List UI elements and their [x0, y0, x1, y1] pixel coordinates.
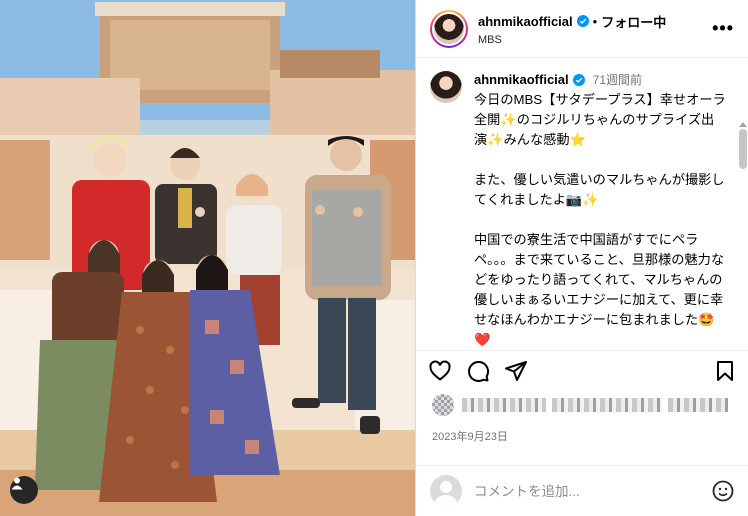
- post-header: ahnmikaofficial • フォロー中 MBS •••: [416, 0, 748, 58]
- caption-row: ahnmikaofficial 71週間前 今日のMBS【サタデープラス】幸せオ…: [416, 59, 748, 350]
- caption-scroll-area[interactable]: ahnmikaofficial 71週間前 今日のMBS【サタデープラス】幸せオ…: [416, 59, 748, 350]
- blurred-likes-text: [462, 398, 546, 412]
- avatar-image: [432, 11, 466, 46]
- header-row: ahnmikaofficial • フォロー中: [478, 12, 666, 31]
- comment-bar: [416, 465, 748, 516]
- profile-avatar[interactable]: [430, 9, 468, 48]
- scroll-up-arrow[interactable]: [739, 122, 747, 127]
- post-side-panel: ahnmikaofficial • フォロー中 MBS ••• ahnmikao…: [415, 0, 748, 516]
- liker-avatar: [432, 394, 454, 416]
- header-text: ahnmikaofficial • フォロー中 MBS: [478, 12, 666, 46]
- verified-badge-icon: [572, 73, 585, 86]
- caption-text: 今日のMBS【サタデープラス】幸せオーラ全開✨のコジルリちゃんのサプライズ出演✨…: [474, 92, 726, 347]
- emoji-icon[interactable]: [711, 479, 735, 503]
- person-tag-icon: [11, 477, 23, 490]
- caption-meta: ahnmikaofficial 71週間前: [474, 71, 726, 88]
- comment-input[interactable]: [474, 483, 711, 499]
- following-button[interactable]: フォロー中: [601, 12, 666, 31]
- post-photo[interactable]: [0, 0, 415, 516]
- header-subtitle[interactable]: MBS: [478, 34, 666, 46]
- caption-age: 71週間前: [592, 73, 642, 87]
- more-options-icon[interactable]: •••: [712, 18, 734, 39]
- heart-icon[interactable]: [428, 359, 452, 383]
- studio-group-photo: [0, 0, 415, 516]
- bookmark-icon[interactable]: [713, 359, 737, 383]
- post-date[interactable]: 2023年9月23日: [432, 428, 508, 444]
- separator-dot: •: [592, 13, 598, 29]
- caption-username[interactable]: ahnmikaofficial: [474, 72, 569, 87]
- blurred-likes-text: [668, 398, 728, 412]
- caption-avatar[interactable]: [430, 71, 462, 103]
- user-avatar: [430, 475, 462, 507]
- verified-badge-icon: [576, 15, 589, 27]
- caption-body: ahnmikaofficial 71週間前 今日のMBS【サタデープラス】幸せオ…: [474, 71, 726, 350]
- comment-icon[interactable]: [466, 359, 490, 383]
- blurred-likes-text: [552, 398, 662, 412]
- action-bar: [416, 350, 748, 390]
- likes-summary[interactable]: [432, 394, 728, 416]
- share-icon[interactable]: [504, 359, 528, 383]
- scrollbar-thumb[interactable]: [739, 129, 747, 169]
- tag-people-button[interactable]: [10, 476, 38, 504]
- header-username[interactable]: ahnmikaofficial: [478, 14, 573, 29]
